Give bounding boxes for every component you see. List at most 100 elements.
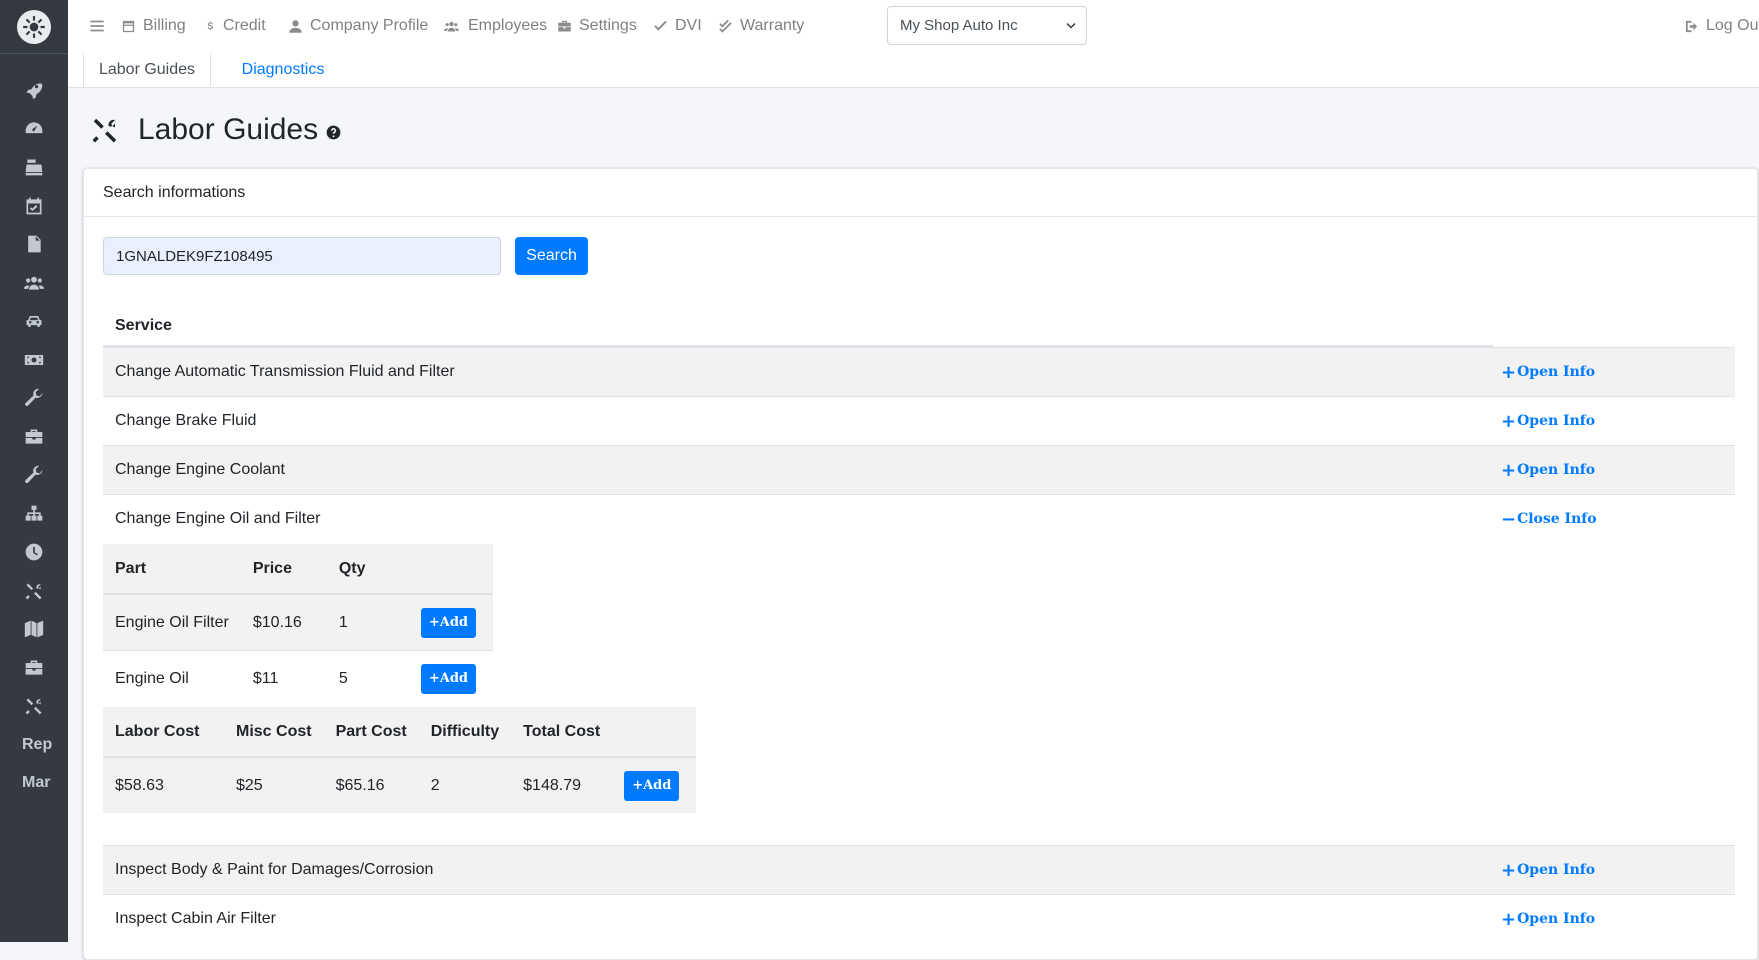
- part-price: $10.16: [240, 593, 327, 651]
- dollar-icon: [207, 20, 214, 30]
- clock-icon[interactable]: [0, 535, 68, 569]
- logout-label: Log Out: [1706, 17, 1759, 34]
- map-icon[interactable]: [0, 612, 68, 646]
- service-name: Change Automatic Transmission Fluid and …: [115, 363, 455, 380]
- sidebar-item-label: Mar: [22, 774, 51, 791]
- shop-select[interactable]: My Shop Auto Inc: [887, 6, 1087, 45]
- sidebar-item-reports[interactable]: Rep: [0, 728, 68, 762]
- brand-logo[interactable]: [0, 0, 68, 54]
- toolbox-icon[interactable]: [0, 420, 68, 454]
- add-label: Add: [439, 671, 469, 686]
- nav-employees[interactable]: Employees: [442, 0, 547, 52]
- nav-billing[interactable]: Billing: [121, 0, 186, 52]
- open-info-link[interactable]: + Open Info: [1501, 846, 1595, 894]
- costs-header-total: Total Cost: [511, 707, 613, 758]
- tools-icon[interactable]: [0, 574, 68, 608]
- costs-header-labor: Labor Cost: [103, 707, 224, 758]
- user-icon: [289, 19, 302, 33]
- page-title: Labor Guides: [90, 110, 341, 150]
- nav-warranty-label: Warranty: [740, 17, 805, 34]
- logo-icon: [17, 9, 51, 44]
- service-row: Change Automatic Transmission Fluid and …: [103, 347, 1735, 396]
- briefcase-icon[interactable]: [0, 651, 68, 685]
- service-row: Inspect Cabin Air Filter + Open Info: [103, 894, 1735, 943]
- billing-icon: [122, 20, 135, 32]
- minus-icon: −: [1501, 508, 1517, 530]
- card-header: Search informations: [84, 169, 1757, 217]
- nav-credit-label: Credit: [223, 17, 266, 34]
- sidebar-item-marketing[interactable]: Mar: [0, 766, 68, 800]
- nav-settings[interactable]: Settings: [557, 0, 637, 52]
- nav-billing-label: Billing: [143, 17, 186, 34]
- parts-header-action: [408, 544, 493, 595]
- double-check-icon: [719, 19, 732, 33]
- shop-select-value: My Shop Auto Inc: [900, 17, 1018, 34]
- rocket-icon[interactable]: [0, 73, 68, 107]
- page-title-text: Labor Guides: [138, 113, 319, 146]
- tools-icon[interactable]: [0, 689, 68, 723]
- bars-icon: [90, 20, 104, 32]
- tabs-bar: Labor Guides Diagnostics: [68, 53, 1759, 88]
- parts-table: Part Price Qty Engine Oil Filter $10.16 …: [103, 544, 493, 706]
- sidebar-item-label: Rep: [22, 736, 53, 753]
- part-row: Engine Oil Filter $10.16 1 +Add: [103, 593, 493, 651]
- help-icon[interactable]: [326, 125, 341, 140]
- open-info-link[interactable]: + Open Info: [1501, 895, 1595, 943]
- vin-search-input[interactable]: [103, 237, 501, 275]
- users-icon[interactable]: [0, 266, 68, 300]
- open-info-label: Open Info: [1517, 413, 1596, 429]
- calendar-check-icon[interactable]: [0, 189, 68, 223]
- invoice-icon[interactable]: [0, 227, 68, 261]
- nav-dvi-label: DVI: [675, 17, 702, 34]
- costs-table: Labor Cost Misc Cost Part Cost Difficult…: [103, 707, 697, 813]
- part-qty: 5: [326, 650, 409, 706]
- close-info-link[interactable]: − Close Info: [1501, 495, 1597, 543]
- nav-credit[interactable]: Credit: [205, 0, 266, 52]
- part-price: $11: [240, 650, 327, 706]
- sitemap-icon[interactable]: [0, 497, 68, 531]
- tab-diagnostics[interactable]: Diagnostics: [218, 53, 348, 87]
- add-service-button[interactable]: +Add: [624, 770, 680, 801]
- nav-employees-label: Employees: [468, 17, 548, 34]
- costs-header-action: [612, 707, 697, 758]
- gauge-icon[interactable]: [0, 112, 68, 146]
- nav-dvi[interactable]: DVI: [653, 0, 702, 52]
- add-part-button[interactable]: +Add: [420, 607, 477, 638]
- open-info-link[interactable]: + Open Info: [1501, 348, 1595, 396]
- close-info-label: Close Info: [1517, 511, 1597, 527]
- tab-labor-guides[interactable]: Labor Guides: [83, 53, 211, 87]
- nav-warranty[interactable]: Warranty: [718, 0, 804, 52]
- cash-register-icon[interactable]: [0, 150, 68, 184]
- open-info-label: Open Info: [1517, 911, 1596, 927]
- part-cost: $65.16: [323, 756, 419, 813]
- nav-settings-label: Settings: [579, 17, 637, 34]
- money-bill-icon[interactable]: [0, 343, 68, 377]
- part-name: Engine Oil: [103, 650, 241, 706]
- search-button[interactable]: Search: [515, 237, 588, 275]
- part-qty: 1: [326, 593, 409, 651]
- service-name: Inspect Cabin Air Filter: [115, 910, 276, 927]
- service-name: Change Engine Coolant: [115, 461, 285, 478]
- wrench-icon[interactable]: [0, 381, 68, 415]
- costs-header-part: Part Cost: [323, 707, 419, 758]
- add-part-button[interactable]: +Add: [420, 663, 477, 694]
- plus-icon: +: [1501, 410, 1517, 432]
- plus-icon: +: [1501, 459, 1517, 481]
- parts-header-qty: Qty: [326, 544, 409, 595]
- service-name: Change Brake Fluid: [115, 412, 257, 429]
- service-name: Inspect Body & Paint for Damages/Corrosi…: [115, 861, 434, 878]
- open-info-link[interactable]: + Open Info: [1501, 397, 1595, 445]
- open-info-link[interactable]: + Open Info: [1501, 446, 1595, 494]
- wrench-icon[interactable]: [0, 458, 68, 492]
- nav-company-profile-label: Company Profile: [310, 17, 429, 34]
- service-column-header: Service: [103, 307, 1493, 347]
- car-icon[interactable]: [0, 304, 68, 338]
- logout-link[interactable]: Log Out: [1684, 0, 1759, 52]
- check-icon: [654, 20, 667, 31]
- hamburger-menu-button[interactable]: [89, 0, 105, 52]
- service-row-expanded: Change Engine Oil and Filter − Close Info: [103, 494, 1735, 543]
- parts-header-price: Price: [240, 544, 327, 595]
- nav-company-profile[interactable]: Company Profile: [288, 0, 428, 52]
- open-info-label: Open Info: [1517, 364, 1596, 380]
- users-icon: [444, 21, 459, 31]
